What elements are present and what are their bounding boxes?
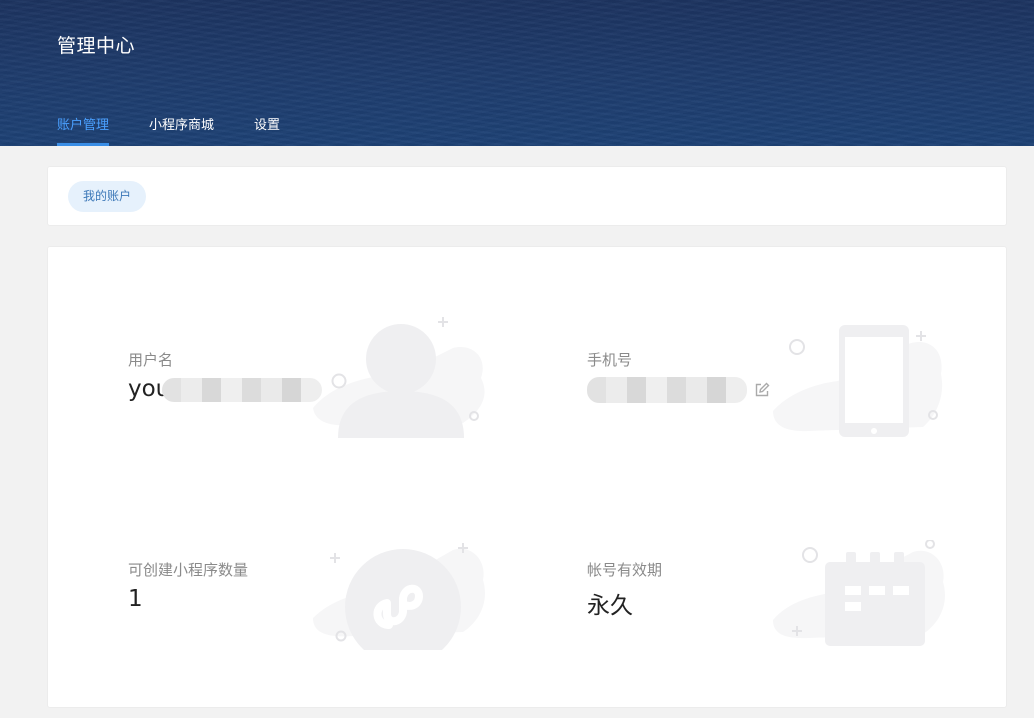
account-subnav: 我的账户 [47, 166, 1007, 226]
tab-account-management[interactable]: 账户管理 [57, 117, 110, 146]
miniprogram-quota-value: 1 [128, 586, 143, 612]
header-banner: 管理中心 账户管理 小程序商城 设置 [0, 0, 1034, 146]
redacted-block [162, 377, 323, 402]
main-tabs: 账户管理 小程序商城 设置 [57, 117, 320, 146]
miniprogram-quota-label: 可创建小程序数量 [128, 561, 249, 579]
miniprogram-quota-field: 可创建小程序数量 1 [128, 559, 248, 612]
tab-settings[interactable]: 设置 [254, 117, 280, 146]
phone-illustration-icon [773, 325, 943, 437]
phone-field: 手机号 [587, 349, 747, 403]
validity-value: 永久 [587, 593, 633, 619]
page-title: 管理中心 [57, 35, 136, 57]
username-field: 用户名 you [128, 349, 323, 402]
username-value: you [128, 376, 323, 402]
tab-miniprogram-mall[interactable]: 小程序商城 [149, 117, 214, 146]
validity-field: 帐号有效期 永久 [587, 559, 662, 620]
user-illustration-icon [313, 317, 485, 438]
calendar-illustration-icon [773, 540, 945, 646]
account-info-card: 用户名 you 手机号 可创建小程序数量 1 帐号有效期 永久 [47, 246, 1007, 708]
miniprogram-illustration-icon [313, 543, 485, 650]
phone-label: 手机号 [587, 351, 633, 369]
username-label: 用户名 [128, 351, 174, 369]
redacted-block [587, 376, 747, 403]
edit-icon[interactable] [754, 382, 770, 398]
my-account-pill[interactable]: 我的账户 [68, 181, 147, 212]
validity-label: 帐号有效期 [587, 561, 663, 579]
phone-value [587, 376, 747, 403]
